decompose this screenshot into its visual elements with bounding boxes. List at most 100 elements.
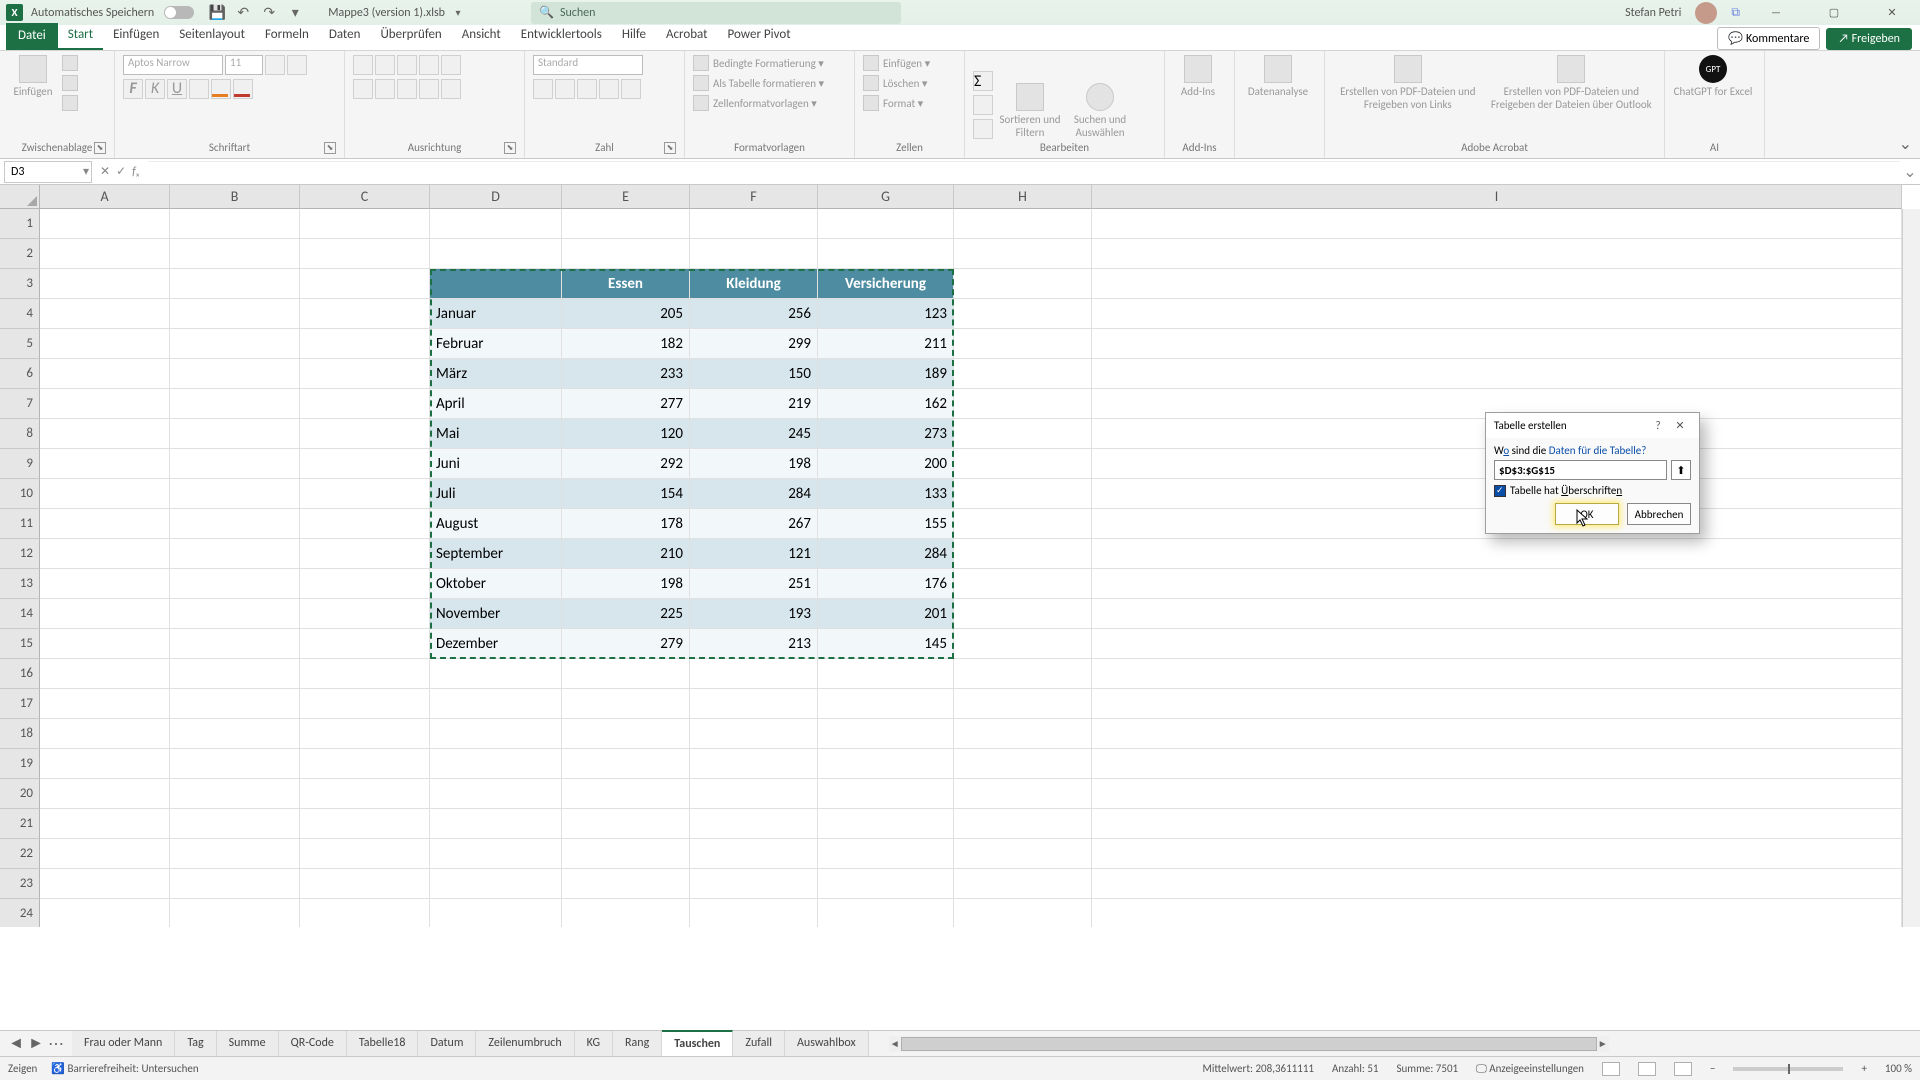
cell[interactable]: 233 [562,359,690,389]
range-input[interactable] [1494,460,1667,480]
cell[interactable]: 189 [818,359,954,389]
cell[interactable] [40,689,170,719]
row-header[interactable]: 5 [0,329,40,359]
close-icon[interactable]: ✕ [1669,419,1691,432]
cell[interactable] [562,779,690,809]
bold-button[interactable]: F [123,79,143,99]
cell[interactable] [1092,569,1902,599]
cell[interactable] [40,419,170,449]
cell[interactable] [300,569,430,599]
column-header[interactable]: E [562,185,690,209]
cell[interactable] [40,599,170,629]
cell[interactable] [954,209,1092,239]
sheet-tab[interactable]: Tauschen [662,1030,733,1056]
cell[interactable] [300,299,430,329]
cell[interactable]: 251 [690,569,818,599]
cell[interactable] [430,719,562,749]
row-header[interactable]: 15 [0,629,40,659]
cell[interactable] [170,479,300,509]
cell[interactable]: 256 [690,299,818,329]
border-button[interactable] [189,79,209,99]
ribbon-tab[interactable]: Seitenlayout [169,21,255,50]
cell[interactable] [954,569,1092,599]
cell[interactable] [170,629,300,659]
row-header[interactable]: 16 [0,659,40,689]
cell[interactable] [690,659,818,689]
select-all-corner[interactable] [0,185,40,209]
ribbon-command[interactable]: Einfügen ▾ [863,55,930,71]
headers-checkbox[interactable] [1494,485,1506,497]
cell[interactable] [170,839,300,869]
cell[interactable] [562,839,690,869]
cell[interactable]: Kleidung [690,269,818,299]
fx-icon[interactable]: fₓ [132,165,139,179]
sheet-tab[interactable]: Auswahlbox [785,1031,869,1056]
cell[interactable]: September [430,539,562,569]
cell[interactable] [300,509,430,539]
cell[interactable] [40,629,170,659]
row-header[interactable]: 14 [0,599,40,629]
cell[interactable]: Versicherung [818,269,954,299]
fill-button[interactable] [973,95,993,115]
cell[interactable] [1092,269,1902,299]
row-header[interactable]: 12 [0,539,40,569]
accessibility-status[interactable]: ♿ Barrierefreiheit: Untersuchen [51,1062,198,1075]
sheet-tab[interactable]: Summe [217,1031,279,1056]
cell[interactable] [954,629,1092,659]
cell[interactable] [300,629,430,659]
cell[interactable] [1092,749,1902,779]
ribbon-command[interactable]: Bedingte Formatierung ▾ [693,55,824,71]
cell[interactable] [170,689,300,719]
cell[interactable] [690,749,818,779]
sheet-tab[interactable]: Zeilenumbruch [476,1031,574,1056]
cell[interactable] [300,479,430,509]
comma-button[interactable] [577,79,597,99]
cell[interactable] [300,689,430,719]
cell[interactable]: 182 [562,329,690,359]
cell[interactable] [300,869,430,899]
row-header[interactable]: 10 [0,479,40,509]
cell[interactable] [690,869,818,899]
cell[interactable] [40,449,170,479]
ribbon-tab[interactable]: Start [58,21,103,50]
cell[interactable] [1092,239,1902,269]
cell[interactable] [170,539,300,569]
row-header[interactable]: 6 [0,359,40,389]
cell[interactable] [562,899,690,927]
cell[interactable]: 299 [690,329,818,359]
sheet-tab[interactable]: Datum [418,1031,476,1056]
ribbon-tab[interactable]: Daten [319,21,371,50]
column-header[interactable]: A [40,185,170,209]
column-header[interactable]: F [690,185,818,209]
row-header[interactable]: 13 [0,569,40,599]
row-header[interactable]: 2 [0,239,40,269]
cell[interactable]: 193 [690,599,818,629]
clear-button[interactable] [973,119,993,139]
cell[interactable]: Januar [430,299,562,329]
cell[interactable]: 150 [690,359,818,389]
vertical-scrollbar[interactable] [1902,209,1920,927]
cell[interactable] [40,659,170,689]
cell[interactable]: 273 [818,419,954,449]
cell[interactable] [1092,659,1902,689]
grow-font-button[interactable] [265,55,285,75]
orientation-button[interactable] [419,55,439,75]
zoom-in-button[interactable]: + [1861,1062,1866,1075]
cell[interactable] [1092,869,1902,899]
cell[interactable] [690,899,818,927]
cell[interactable] [954,389,1092,419]
cell[interactable] [562,719,690,749]
cell[interactable]: 121 [690,539,818,569]
cell[interactable] [40,809,170,839]
cell[interactable] [1092,629,1902,659]
cell[interactable] [40,239,170,269]
cell[interactable] [1092,599,1902,629]
hscroll-right-icon[interactable]: ► [1597,1036,1609,1052]
cancel-formula-icon[interactable]: ✕ [100,164,110,179]
row-header[interactable]: 11 [0,509,40,539]
cell[interactable]: Dezember [430,629,562,659]
cell[interactable] [818,749,954,779]
cell[interactable] [954,299,1092,329]
cell[interactable] [690,239,818,269]
row-header[interactable]: 19 [0,749,40,779]
